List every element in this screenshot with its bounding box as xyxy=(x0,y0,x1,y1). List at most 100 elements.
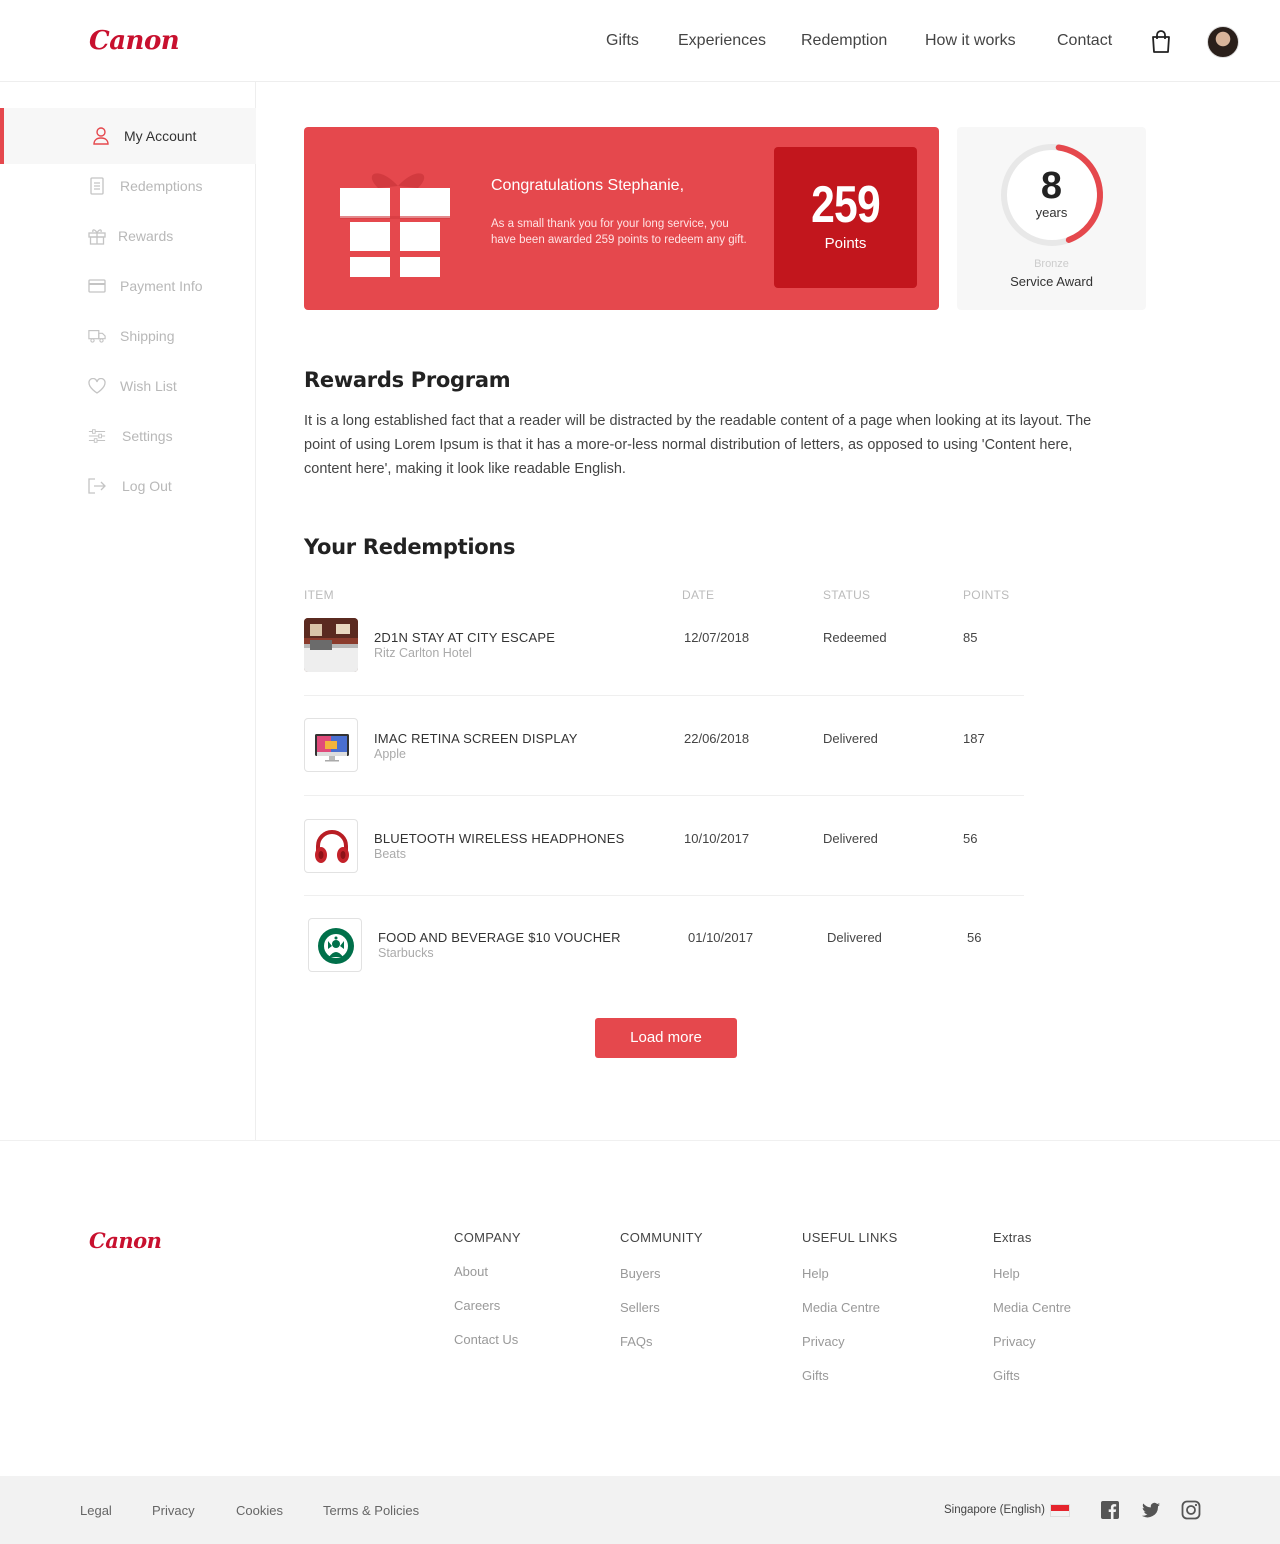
load-more-button[interactable]: Load more xyxy=(595,1018,737,1058)
footer-link-help[interactable]: Help xyxy=(993,1266,1020,1281)
hotel-room-image xyxy=(304,618,358,672)
footer-heading-extras: Extras xyxy=(993,1230,1032,1245)
singapore-flag-icon xyxy=(1050,1504,1070,1517)
footer-link-sellers[interactable]: Sellers xyxy=(620,1300,660,1315)
congratulations-title: Congratulations Stephanie, xyxy=(491,177,685,194)
imac-image xyxy=(304,718,358,772)
item-name: 2D1N STAY AT CITY ESCAPE xyxy=(374,630,556,645)
redemption-row[interactable]: BLUETOOTH WIRELESS HEADPHONES Beats 10/1… xyxy=(304,796,1024,897)
document-icon xyxy=(88,177,106,195)
item-name: BLUETOOTH WIRELESS HEADPHONES xyxy=(374,831,625,846)
points-label: Points xyxy=(824,235,867,252)
thanks-message: As a small thank you for your long servi… xyxy=(491,218,747,246)
footer-link-privacy[interactable]: Privacy xyxy=(993,1334,1036,1349)
starbucks-logo xyxy=(308,918,362,972)
redemption-row[interactable]: FOOD AND BEVERAGE $10 VOUCHER Starbucks … xyxy=(304,896,1024,997)
user-avatar[interactable] xyxy=(1207,26,1239,58)
award-years-value: 8 xyxy=(1040,165,1063,207)
footer-link-careers[interactable]: Careers xyxy=(454,1298,500,1313)
footer-bottom-bar: Legal Privacy Cookies Terms & Policies S… xyxy=(0,1476,1280,1544)
nav-gifts[interactable]: Gifts xyxy=(606,32,639,50)
item-points: 187 xyxy=(963,731,985,746)
footer-link-media-centre[interactable]: Media Centre xyxy=(993,1300,1071,1315)
nav-experiences[interactable]: Experiences xyxy=(678,32,766,50)
account-sidebar: My Account Redemptions Rewards Payment I… xyxy=(0,82,256,1140)
footer-link-legal[interactable]: Legal xyxy=(80,1503,112,1518)
item-brand: Apple xyxy=(374,747,406,761)
footer-link-gifts[interactable]: Gifts xyxy=(802,1368,829,1383)
sidebar-item-label: Rewards xyxy=(118,228,174,244)
award-name: Service Award xyxy=(1010,274,1093,289)
gift-box-icon xyxy=(340,160,450,280)
points-value: 259 xyxy=(811,176,881,234)
sidebar-item-payment-info[interactable]: Payment Info xyxy=(0,258,256,314)
truck-icon xyxy=(88,327,106,345)
sidebar-item-settings[interactable]: Settings xyxy=(0,408,256,464)
item-date: 22/06/2018 xyxy=(684,731,750,746)
site-header: Canon Gifts Experiences Redemption How i… xyxy=(0,0,1280,82)
footer-link-gifts[interactable]: Gifts xyxy=(993,1368,1020,1383)
footer-heading-community: COMMUNITY xyxy=(620,1230,703,1245)
sidebar-item-label: Log Out xyxy=(122,478,172,494)
logout-icon xyxy=(88,477,106,495)
item-name: FOOD AND BEVERAGE $10 VOUCHER xyxy=(378,930,621,945)
footer-canon-logo[interactable]: Canon xyxy=(89,1228,162,1253)
sidebar-item-log-out[interactable]: Log Out xyxy=(0,458,256,514)
nav-contact[interactable]: Contact xyxy=(1057,32,1112,50)
redemption-row[interactable]: IMAC RETINA SCREEN DISPLAY Apple 22/06/2… xyxy=(304,696,1024,797)
heart-icon xyxy=(88,377,106,395)
item-brand: Ritz Carlton Hotel xyxy=(374,646,472,660)
sidebar-item-label: Payment Info xyxy=(120,278,203,294)
item-points: 56 xyxy=(963,831,978,846)
footer-link-cookies[interactable]: Cookies xyxy=(236,1503,283,1518)
footer-link-contact-us[interactable]: Contact Us xyxy=(454,1332,518,1347)
footer-heading-useful-links: USEFUL LINKS xyxy=(802,1230,898,1245)
footer-link-privacy[interactable]: Privacy xyxy=(152,1503,195,1518)
sidebar-item-redemptions[interactable]: Redemptions xyxy=(0,158,256,214)
canon-logo[interactable]: Canon xyxy=(89,26,180,56)
nav-how-it-works[interactable]: How it works xyxy=(925,32,1016,50)
item-date: 10/10/2017 xyxy=(684,831,750,846)
item-status: Delivered xyxy=(823,731,878,746)
footer-link-help[interactable]: Help xyxy=(802,1266,829,1281)
sidebar-item-label: Shipping xyxy=(120,328,175,344)
footer-link-privacy[interactable]: Privacy xyxy=(802,1334,845,1349)
shopping-bag-icon[interactable] xyxy=(1150,30,1172,54)
item-status: Delivered xyxy=(823,831,878,846)
footer-link-terms[interactable]: Terms & Policies xyxy=(323,1503,419,1518)
points-banner: Congratulations Stephanie, As a small th… xyxy=(304,127,939,310)
item-points: 85 xyxy=(963,630,978,645)
item-points: 56 xyxy=(967,930,982,945)
sidebar-item-label: Wish List xyxy=(120,378,177,394)
credit-card-icon xyxy=(88,277,106,295)
sidebar-item-my-account[interactable]: My Account xyxy=(0,108,256,164)
redemption-row[interactable]: 2D1N STAY AT CITY ESCAPE Ritz Carlton Ho… xyxy=(304,595,1024,696)
nav-redemption[interactable]: Redemption xyxy=(801,32,887,50)
item-date: 01/10/2017 xyxy=(688,930,754,945)
footer-link-buyers[interactable]: Buyers xyxy=(620,1266,660,1281)
service-award-card: 8 years Bronze Service Award xyxy=(957,127,1146,310)
locale-selector[interactable]: Singapore (English) xyxy=(944,1504,1045,1516)
headphones-image xyxy=(304,819,358,873)
sidebar-item-shipping[interactable]: Shipping xyxy=(0,308,256,364)
item-status: Delivered xyxy=(827,930,882,945)
sliders-icon xyxy=(88,427,106,445)
instagram-icon[interactable] xyxy=(1181,1500,1201,1520)
footer-link-media-centre[interactable]: Media Centre xyxy=(802,1300,880,1315)
footer-heading-company: COMPANY xyxy=(454,1230,521,1245)
sidebar-item-wish-list[interactable]: Wish List xyxy=(0,358,256,414)
facebook-icon[interactable] xyxy=(1100,1500,1120,1520)
item-name: IMAC RETINA SCREEN DISPLAY xyxy=(374,731,578,746)
sidebar-item-label: My Account xyxy=(124,128,197,144)
user-icon xyxy=(92,127,110,145)
twitter-icon[interactable] xyxy=(1141,1500,1161,1520)
site-footer: Canon COMPANY About Careers Contact Us C… xyxy=(0,1140,1280,1476)
item-brand: Starbucks xyxy=(378,946,434,960)
rewards-program-description: It is a long established fact that a rea… xyxy=(304,413,1092,477)
award-tier: Bronze xyxy=(1034,258,1069,270)
footer-link-about[interactable]: About xyxy=(454,1264,488,1279)
sidebar-item-rewards[interactable]: Rewards xyxy=(0,208,256,264)
sidebar-item-label: Redemptions xyxy=(120,178,203,194)
sidebar-item-label: Settings xyxy=(122,428,173,444)
footer-link-faqs[interactable]: FAQs xyxy=(620,1334,653,1349)
